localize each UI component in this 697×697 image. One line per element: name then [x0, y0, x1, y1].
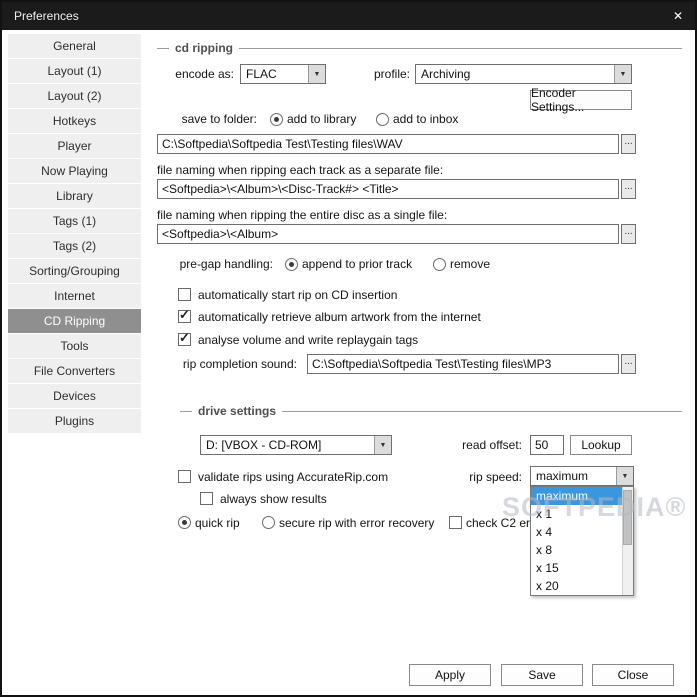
pregap-handling-label: pre-gap handling:: [179, 257, 273, 271]
auto-start-rip-label[interactable]: automatically start rip on CD insertion: [198, 285, 397, 305]
title-bar: Preferences ✕: [2, 2, 695, 30]
rip-sound-label: rip completion sound:: [182, 357, 297, 371]
sidebar-item-library[interactable]: Library: [8, 184, 141, 208]
sidebar-item-layout-2[interactable]: Layout (2): [8, 84, 141, 108]
track-naming-input[interactable]: [157, 179, 619, 199]
rip-speed-dropdown-list: maximum x 1 x 4 x 8 x 15 x 20: [530, 486, 634, 596]
sidebar-item-hotkeys[interactable]: Hotkeys: [8, 109, 141, 133]
sidebar-item-devices[interactable]: Devices: [8, 384, 141, 408]
cd-ripping-section-header: cd ripping: [157, 41, 682, 55]
sidebar-item-internet[interactable]: Internet: [8, 284, 141, 308]
sidebar-item-cd-ripping[interactable]: CD Ripping: [8, 309, 141, 333]
quick-rip-label[interactable]: quick rip: [195, 513, 240, 533]
check-icon: ✓: [179, 330, 190, 345]
sidebar-item-tags-2[interactable]: Tags (2): [8, 234, 141, 258]
sidebar-item-file-converters[interactable]: File Converters: [8, 359, 141, 383]
rip-speed-value: maximum: [536, 469, 589, 483]
pregap-append-label[interactable]: append to prior track: [302, 254, 412, 274]
folder-path-input[interactable]: [157, 134, 619, 154]
replaygain-checkbox[interactable]: ✓: [178, 330, 191, 346]
lookup-button[interactable]: Lookup: [570, 435, 632, 455]
disc-naming-input[interactable]: [157, 224, 619, 244]
track-naming-label: file naming when ripping each track as a…: [157, 163, 444, 177]
divider: [282, 410, 682, 412]
read-offset-input[interactable]: [530, 435, 564, 455]
section-title: cd ripping: [175, 41, 233, 55]
chevron-down-icon[interactable]: ▼: [614, 65, 631, 83]
profile-combobox[interactable]: Archiving ▼: [415, 64, 632, 84]
disc-naming-browse-button[interactable]: ...: [621, 224, 636, 244]
encode-as-value: FLAC: [246, 67, 277, 81]
rip-sound-browse-button[interactable]: ...: [621, 354, 636, 374]
check-c2-checkbox[interactable]: [449, 516, 462, 529]
check-icon: ✓: [179, 307, 190, 322]
save-to-folder-label: save to folder:: [181, 112, 257, 126]
auto-artwork-checkbox[interactable]: ✓: [178, 307, 191, 323]
rip-speed-option-maximum[interactable]: maximum: [531, 487, 622, 505]
pregap-append-radio[interactable]: [285, 258, 298, 271]
add-to-library-radio[interactable]: [270, 113, 283, 126]
encode-as-combobox[interactable]: FLAC ▼: [240, 64, 326, 84]
apply-button[interactable]: Apply: [409, 664, 491, 686]
chevron-down-icon[interactable]: ▼: [616, 467, 633, 485]
auto-start-rip-checkbox[interactable]: [178, 288, 191, 301]
sidebar-item-plugins[interactable]: Plugins: [8, 409, 141, 433]
drive-settings-section-header: drive settings: [180, 404, 682, 418]
sidebar-item-layout-1[interactable]: Layout (1): [8, 59, 141, 83]
rip-speed-option-x8[interactable]: x 8: [531, 541, 622, 559]
divider: [239, 47, 682, 49]
window-title: Preferences: [14, 9, 79, 23]
read-offset-label: read offset:: [462, 438, 522, 452]
track-naming-browse-button[interactable]: ...: [621, 179, 636, 199]
rip-speed-label: rip speed:: [469, 470, 522, 484]
always-show-results-label[interactable]: always show results: [220, 489, 327, 509]
folder-browse-button[interactable]: ...: [621, 134, 636, 154]
sidebar-item-general[interactable]: General: [8, 34, 141, 58]
sidebar-item-now-playing[interactable]: Now Playing: [8, 159, 141, 183]
drive-value: D: [VBOX - CD-ROM]: [206, 438, 322, 452]
sidebar-item-tags-1[interactable]: Tags (1): [8, 209, 141, 233]
always-show-results-checkbox[interactable]: [200, 492, 213, 505]
sidebar-item-tools[interactable]: Tools: [8, 334, 141, 358]
add-to-inbox-label[interactable]: add to inbox: [393, 109, 458, 129]
rip-speed-option-x1[interactable]: x 1: [531, 505, 622, 523]
dropdown-scrollbar[interactable]: [622, 487, 633, 595]
profile-label: profile:: [373, 67, 410, 81]
save-button[interactable]: Save: [501, 664, 583, 686]
rip-speed-combobox[interactable]: maximum ▼: [530, 466, 634, 486]
profile-value: Archiving: [421, 67, 471, 81]
secure-rip-label[interactable]: secure rip with error recovery: [279, 513, 434, 533]
add-to-library-label[interactable]: add to library: [287, 109, 356, 129]
sidebar-item-sorting-grouping[interactable]: Sorting/Grouping: [8, 259, 141, 283]
secure-rip-radio[interactable]: [262, 516, 275, 529]
chevron-down-icon[interactable]: ▼: [374, 436, 391, 454]
sidebar-item-player[interactable]: Player: [8, 134, 141, 158]
pregap-remove-label[interactable]: remove: [450, 254, 490, 274]
encode-as-label: encode as:: [175, 67, 234, 81]
divider: [157, 47, 169, 49]
check-c2-label[interactable]: check C2 err: [466, 513, 534, 533]
chevron-down-icon[interactable]: ▼: [308, 65, 325, 83]
quick-rip-radio[interactable]: [178, 516, 191, 529]
auto-artwork-label[interactable]: automatically retrieve album artwork fro…: [198, 307, 481, 327]
rip-speed-option-x4[interactable]: x 4: [531, 523, 622, 541]
add-to-inbox-radio[interactable]: [376, 113, 389, 126]
rip-sound-input[interactable]: [307, 354, 619, 374]
close-icon[interactable]: ✕: [673, 9, 683, 23]
disc-naming-label: file naming when ripping the entire disc…: [157, 208, 448, 222]
validate-accuraterip-checkbox[interactable]: [178, 470, 191, 483]
replaygain-label[interactable]: analyse volume and write replaygain tags: [198, 330, 418, 350]
dropdown-scrollbar-thumb[interactable]: [623, 490, 632, 545]
validate-accuraterip-label[interactable]: validate rips using AccurateRip.com: [198, 467, 388, 487]
section-title: drive settings: [198, 404, 277, 418]
encoder-settings-button[interactable]: Encoder Settings...: [530, 86, 632, 114]
drive-combobox[interactable]: D: [VBOX - CD-ROM] ▼: [200, 435, 392, 455]
divider: [180, 410, 192, 412]
pregap-remove-radio[interactable]: [433, 258, 446, 271]
rip-speed-option-x20[interactable]: x 20: [531, 577, 622, 595]
close-button[interactable]: Close: [592, 664, 674, 686]
preferences-window: Preferences ✕ General Layout (1) Layout …: [0, 0, 697, 697]
sidebar: General Layout (1) Layout (2) Hotkeys Pl…: [8, 34, 141, 434]
rip-speed-option-x15[interactable]: x 15: [531, 559, 622, 577]
